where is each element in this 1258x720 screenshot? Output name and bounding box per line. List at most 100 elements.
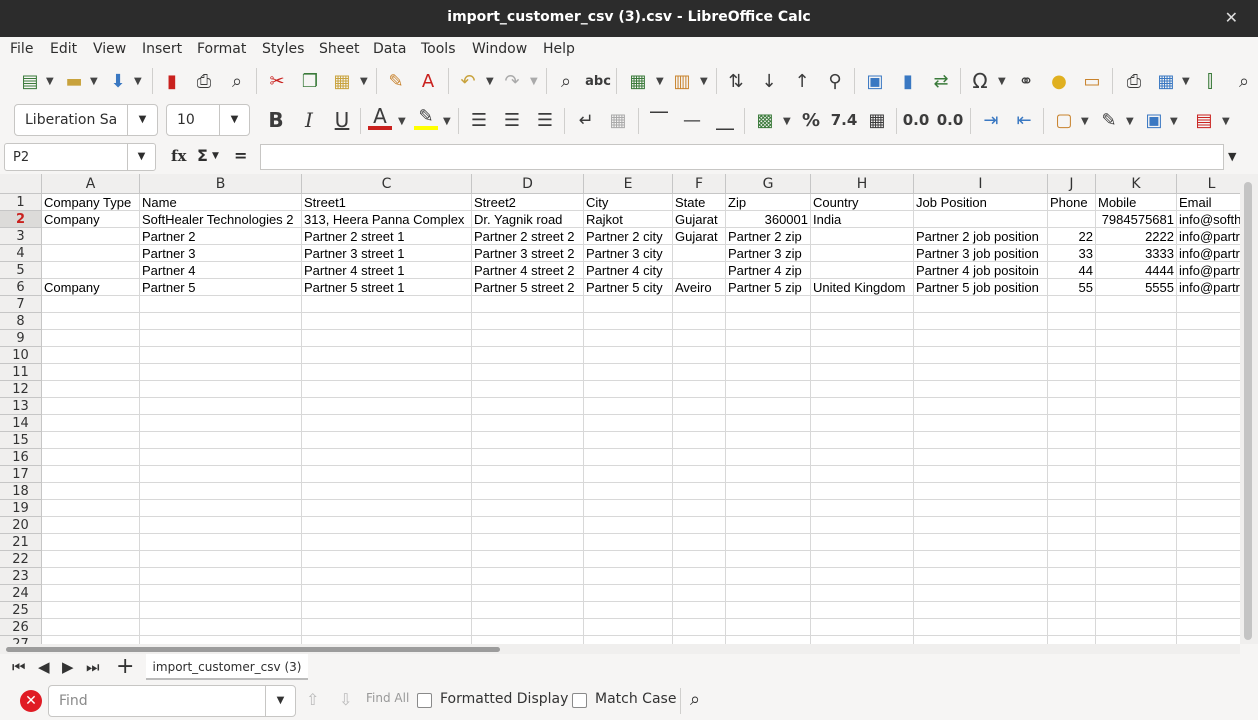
cell-e2[interactable]: Rajkot — [584, 211, 673, 228]
cell-g14[interactable] — [726, 415, 811, 432]
cell-a4[interactable] — [42, 245, 140, 262]
column-header-a[interactable]: A — [42, 174, 140, 194]
cell-c22[interactable] — [302, 551, 472, 568]
cell-l2[interactable]: info@softh — [1177, 211, 1240, 228]
row-header-16[interactable]: 16 — [0, 449, 42, 466]
chevron-down-icon[interactable]: ▼ — [998, 76, 1006, 87]
freeze-rows-columns-icon[interactable]: ▦ — [1154, 69, 1178, 93]
comment-icon[interactable]: ● — [1047, 69, 1071, 93]
cell-c3[interactable]: Partner 2 street 1 — [302, 228, 472, 245]
highlighting-color-icon[interactable]: ✎ — [414, 106, 438, 130]
cell-d8[interactable] — [472, 313, 584, 330]
cell-j13[interactable] — [1048, 398, 1096, 415]
cell-i16[interactable] — [914, 449, 1048, 466]
cell-e15[interactable] — [584, 432, 673, 449]
cell-h14[interactable] — [811, 415, 914, 432]
cell-k26[interactable] — [1096, 619, 1177, 636]
cell-a2[interactable]: Company — [42, 211, 140, 228]
cell-d22[interactable] — [472, 551, 584, 568]
cell-a12[interactable] — [42, 381, 140, 398]
cell-k17[interactable] — [1096, 466, 1177, 483]
row-header-27[interactable]: 27 — [0, 636, 42, 644]
cell-b24[interactable] — [140, 585, 302, 602]
border-style-icon[interactable]: ✎ — [1097, 108, 1121, 132]
next-sheet-icon[interactable]: ▶ — [62, 658, 74, 676]
cell-a19[interactable] — [42, 500, 140, 517]
cell-e22[interactable] — [584, 551, 673, 568]
cell-c6[interactable]: Partner 5 street 1 — [302, 279, 472, 296]
cell-d1[interactable]: Street2 — [472, 194, 584, 211]
chevron-down-icon[interactable]: ▼ — [1182, 76, 1190, 87]
cell-b6[interactable]: Partner 5 — [140, 279, 302, 296]
cell-l16[interactable] — [1177, 449, 1240, 466]
align-bottom-icon[interactable]: ⎽ — [713, 108, 737, 132]
chevron-down-icon[interactable]: ▼ — [700, 76, 708, 87]
conditional-format-icon[interactable]: ▤ — [1192, 108, 1216, 132]
row-icon[interactable]: ▦ — [626, 69, 650, 93]
cell-g13[interactable] — [726, 398, 811, 415]
cell-i12[interactable] — [914, 381, 1048, 398]
autofilter-icon[interactable]: ⚲ — [823, 69, 847, 93]
cell-b2[interactable]: SoftHealer Technologies 2 — [140, 211, 302, 228]
cell-f15[interactable] — [673, 432, 726, 449]
font-name-box[interactable]: Liberation Sa ▼ — [14, 104, 158, 136]
cell-b26[interactable] — [140, 619, 302, 636]
cell-i22[interactable] — [914, 551, 1048, 568]
center-vertically-icon[interactable]: — — [680, 108, 704, 132]
cell-g7[interactable] — [726, 296, 811, 313]
cell-h18[interactable] — [811, 483, 914, 500]
cell-d17[interactable] — [472, 466, 584, 483]
cell-f25[interactable] — [673, 602, 726, 619]
column-header-c[interactable]: C — [302, 174, 472, 194]
cell-f2[interactable]: Gujarat — [673, 211, 726, 228]
clone-formatting-icon[interactable]: ✎ — [384, 69, 408, 93]
cell-f1[interactable]: State — [673, 194, 726, 211]
cell-a23[interactable] — [42, 568, 140, 585]
cell-h21[interactable] — [811, 534, 914, 551]
cell-a27[interactable] — [42, 636, 140, 644]
cell-d24[interactable] — [472, 585, 584, 602]
menu-window[interactable]: Window — [472, 41, 527, 57]
cell-h24[interactable] — [811, 585, 914, 602]
increase-indent-icon[interactable]: ⇥ — [979, 108, 1003, 132]
cell-e3[interactable]: Partner 2 city — [584, 228, 673, 245]
cell-c20[interactable] — [302, 517, 472, 534]
insert-image-icon[interactable]: ▣ — [863, 69, 887, 93]
cell-f12[interactable] — [673, 381, 726, 398]
sort-icon[interactable]: ⇅ — [724, 69, 748, 93]
add-decimal-place-icon[interactable]: 0.0 — [903, 108, 930, 132]
cell-h19[interactable] — [811, 500, 914, 517]
cell-c11[interactable] — [302, 364, 472, 381]
find-replace-icon[interactable]: ⌕ — [554, 69, 578, 93]
cell-k23[interactable] — [1096, 568, 1177, 585]
cell-f9[interactable] — [673, 330, 726, 347]
cell-g10[interactable] — [726, 347, 811, 364]
cell-k25[interactable] — [1096, 602, 1177, 619]
cell-f20[interactable] — [673, 517, 726, 534]
cell-a11[interactable] — [42, 364, 140, 381]
number-format-icon[interactable]: 7.4 — [831, 108, 858, 132]
currency-format-icon[interactable]: ▩ — [753, 108, 777, 132]
cell-a10[interactable] — [42, 347, 140, 364]
cell-k1[interactable]: Mobile — [1096, 194, 1177, 211]
chevron-down-icon[interactable]: ▼ — [46, 76, 54, 87]
cell-b27[interactable] — [140, 636, 302, 644]
cell-j18[interactable] — [1048, 483, 1096, 500]
row-header-14[interactable]: 14 — [0, 415, 42, 432]
cell-l8[interactable] — [1177, 313, 1240, 330]
chevron-down-icon[interactable]: ▼ — [443, 116, 451, 127]
export-pdf-icon[interactable]: ▮ — [160, 69, 184, 93]
cell-d14[interactable] — [472, 415, 584, 432]
cell-g21[interactable] — [726, 534, 811, 551]
cell-h8[interactable] — [811, 313, 914, 330]
cell-i2[interactable] — [914, 211, 1048, 228]
cell-e13[interactable] — [584, 398, 673, 415]
cell-i27[interactable] — [914, 636, 1048, 644]
cell-j12[interactable] — [1048, 381, 1096, 398]
cell-a21[interactable] — [42, 534, 140, 551]
cell-l26[interactable] — [1177, 619, 1240, 636]
cell-l10[interactable] — [1177, 347, 1240, 364]
cell-g4[interactable]: Partner 3 zip — [726, 245, 811, 262]
cell-e26[interactable] — [584, 619, 673, 636]
cell-h6[interactable]: United Kingdom — [811, 279, 914, 296]
